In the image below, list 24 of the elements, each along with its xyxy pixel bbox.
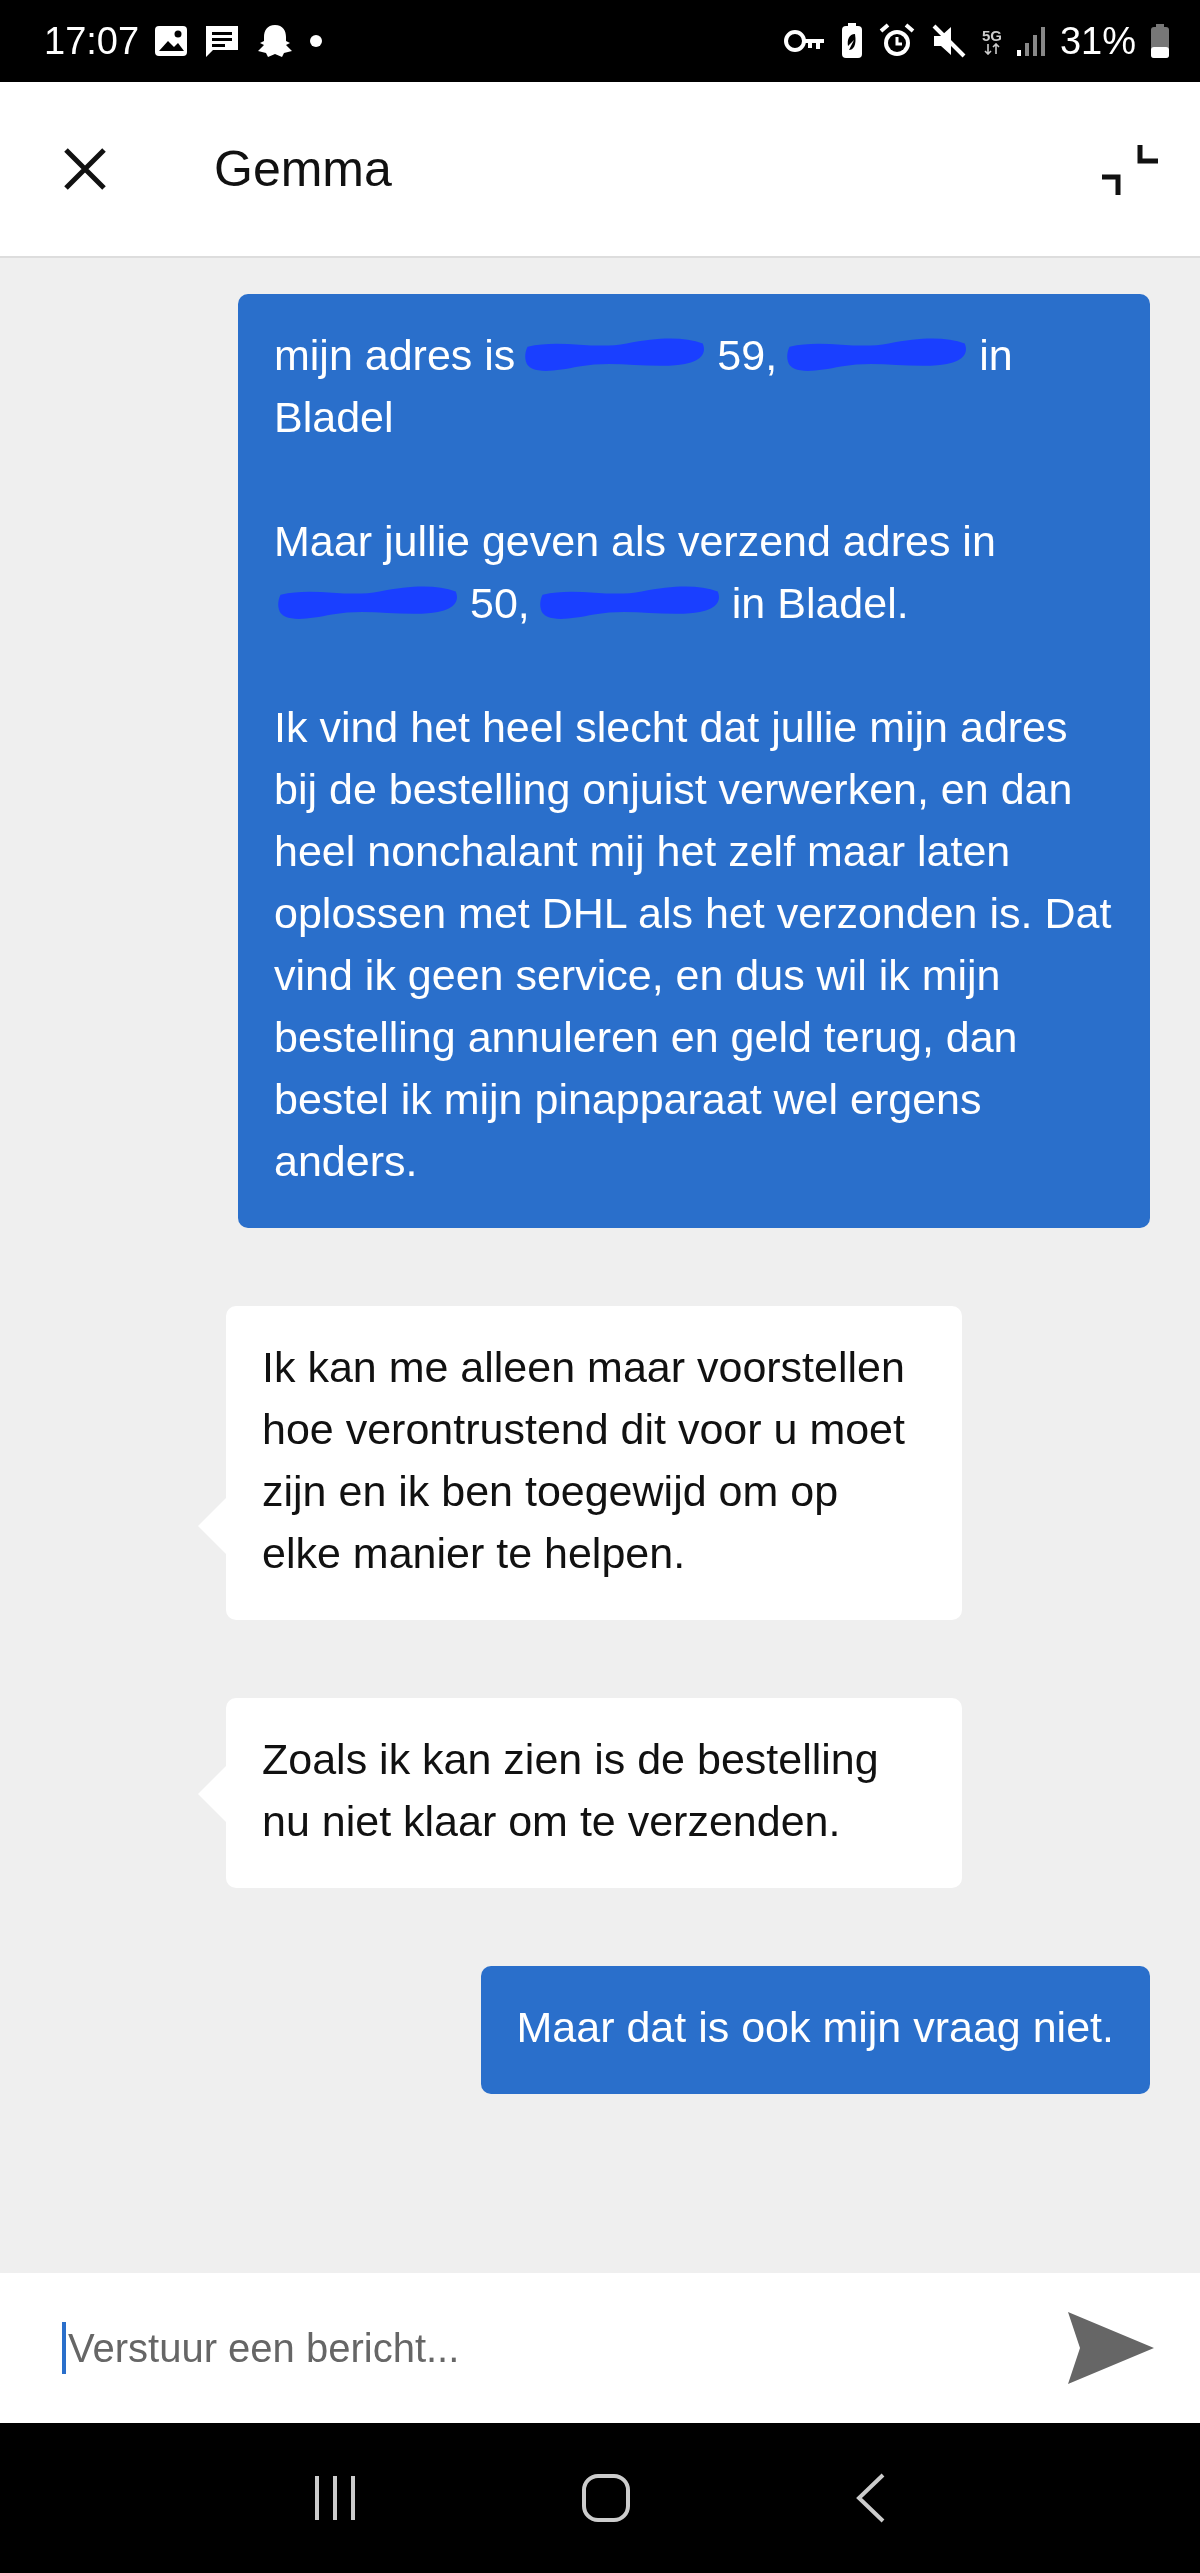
send-button[interactable] bbox=[1066, 2310, 1156, 2386]
message-text: 59, bbox=[717, 330, 778, 381]
clock-time: 17:07 bbox=[44, 19, 140, 63]
message-text: Maar jullie geven als verzend adres in bbox=[274, 516, 996, 567]
message-text: Ik vind het heel slecht dat jullie mijn adres bij de bestelling onjuist verwerken, en dan heel nonchalant mij het zelf maar laten oplossen met DHL als het verzonden is. Dat vind ik geen service, en dus wil ik mijn bestelling annuleren en geld terug, dan bestel ik mijn pinapparaat wel ergens anders. bbox=[274, 702, 1113, 1187]
battery-percentage: 31% bbox=[1059, 19, 1136, 63]
message-text: Ik kan me alleen maar voorstellen hoe verontrustend dit voor u moet zijn en ik ben toegewijd om op elke manier te helpen. bbox=[262, 1342, 906, 1579]
message-text: in bbox=[979, 330, 1013, 381]
message-text: mijn adres is bbox=[274, 330, 516, 381]
message-text: Zoals ik kan zien is de bestelling nu niet klaar om te verzenden. bbox=[262, 1734, 880, 1847]
message-text: Bladel bbox=[274, 392, 394, 443]
home-button[interactable] bbox=[580, 2472, 632, 2524]
contact-name: Gemma bbox=[214, 140, 393, 198]
image-icon bbox=[153, 24, 190, 58]
message-text: in Bladel. bbox=[731, 578, 909, 629]
message-text: 50, bbox=[470, 578, 530, 629]
battery-saver-icon bbox=[839, 22, 864, 60]
data-arrows-icon bbox=[982, 42, 1001, 55]
dot-icon bbox=[309, 34, 324, 48]
battery-icon bbox=[1150, 23, 1170, 59]
signal-icon bbox=[1015, 24, 1046, 58]
network-type: 5G bbox=[981, 27, 1002, 55]
message-text: Maar dat is ook mijn vraag niet. bbox=[516, 2002, 1114, 2053]
key-icon bbox=[783, 28, 826, 54]
